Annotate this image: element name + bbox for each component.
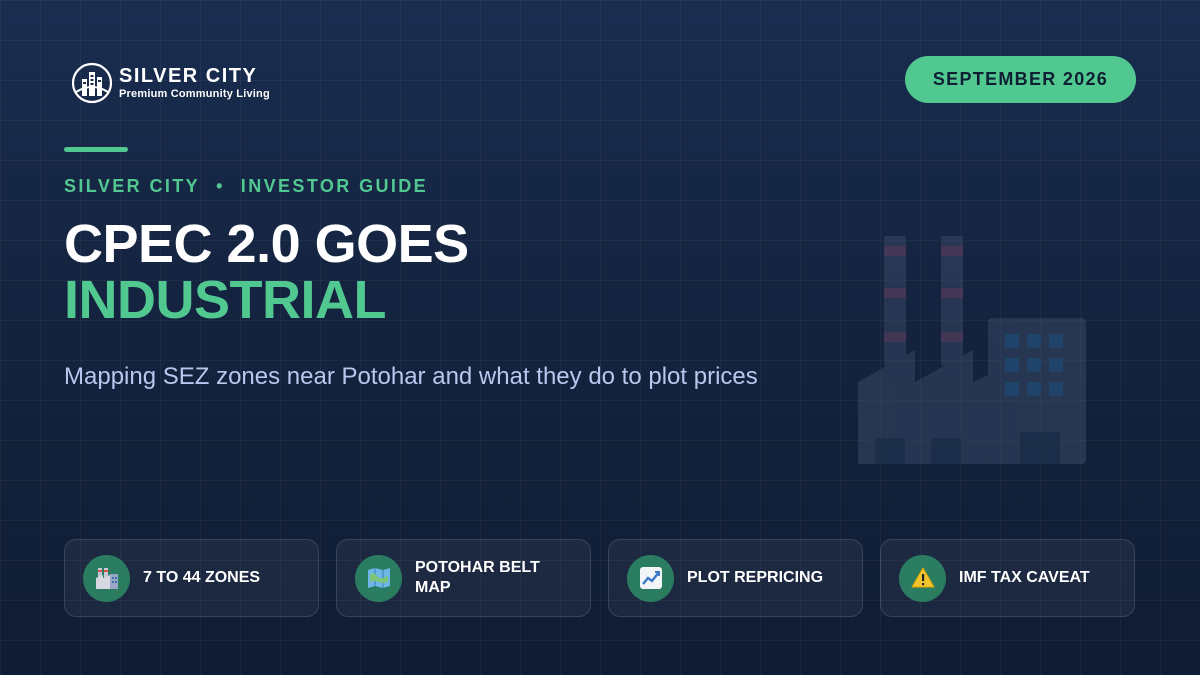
- kicker-category: INVESTOR GUIDE: [240, 176, 429, 196]
- map-icon: [367, 568, 390, 588]
- factory-icon: [95, 568, 118, 589]
- feature-cards: 7 TO 44 ZONES POTOHAR BELT MAP PLOT REPR…: [64, 539, 1135, 617]
- card-label: IMF TAX CAVEAT: [959, 569, 1090, 586]
- title-line-1: CPEC 2.0 GOES: [64, 214, 469, 274]
- subtitle: Mapping SEZ zones near Potohar and what …: [64, 363, 758, 390]
- card-zones[interactable]: 7 TO 44 ZONES: [64, 539, 319, 617]
- card-label: PLOT REPRICING: [687, 569, 824, 586]
- brand-logo[interactable]: SILVER CITY Premium Community Living: [71, 62, 270, 104]
- card-label: 7 TO 44 ZONES: [143, 569, 261, 586]
- kicker-separator: •: [216, 176, 225, 196]
- card-label: POTOHAR BELT MAP: [415, 559, 540, 596]
- brand-tagline: Premium Community Living: [119, 88, 270, 100]
- brand-name: SILVER CITY: [119, 65, 258, 87]
- page-title: CPEC 2.0 GOES INDUSTRIAL: [64, 216, 469, 328]
- factory-illustration-icon: [858, 236, 1086, 464]
- silver-city-logo-icon: [71, 62, 113, 104]
- date-badge: SEPTEMBER 2026: [905, 56, 1136, 103]
- card-icon-circle: [899, 554, 946, 602]
- title-line-2: INDUSTRIAL: [64, 270, 386, 330]
- card-repricing[interactable]: PLOT REPRICING: [608, 539, 863, 617]
- card-map[interactable]: POTOHAR BELT MAP: [336, 539, 591, 617]
- card-icon-circle: [627, 554, 674, 602]
- card-imf-tax[interactable]: IMF TAX CAVEAT: [880, 539, 1135, 617]
- accent-bar: [64, 147, 128, 152]
- kicker-brand: SILVER CITY: [64, 176, 201, 196]
- warning-icon: [911, 567, 934, 588]
- card-icon-circle: [83, 554, 130, 602]
- chart-up-icon: [639, 567, 662, 589]
- card-icon-circle: [355, 554, 402, 602]
- kicker: SILVER CITY • INVESTOR GUIDE: [64, 176, 428, 197]
